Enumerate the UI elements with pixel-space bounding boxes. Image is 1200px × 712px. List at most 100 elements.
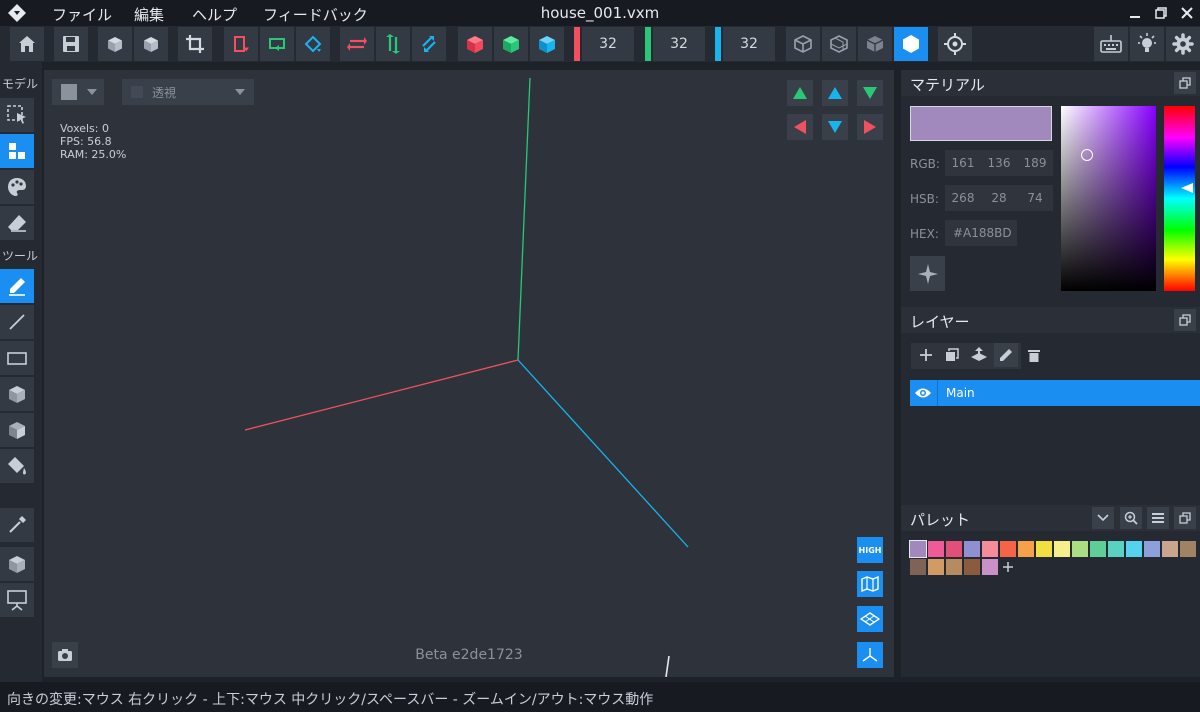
palette-swatch[interactable] [964, 559, 980, 575]
emissive-toggle[interactable] [910, 256, 945, 291]
palette-swatch[interactable] [1036, 541, 1052, 557]
center-view-button[interactable] [938, 27, 972, 61]
rotate-x-button[interactable] [224, 27, 258, 61]
render-grid-button[interactable] [822, 27, 856, 61]
palette-swatch[interactable] [928, 541, 944, 557]
palette-swatch[interactable] [1126, 541, 1142, 557]
export-button[interactable] [134, 27, 168, 61]
hue-slider[interactable] [1164, 106, 1195, 291]
map-view-button[interactable] [857, 571, 883, 597]
settings-button[interactable] [1166, 27, 1200, 61]
render-solid-button[interactable] [894, 27, 928, 61]
palette-swatch[interactable] [982, 559, 998, 575]
palette-list-button[interactable] [1147, 507, 1169, 529]
hsb-b-field[interactable]: 74 [1017, 185, 1053, 211]
menu-help[interactable]: ヘルプ [192, 4, 237, 25]
restore-button[interactable] [1148, 0, 1174, 26]
fill-blue-button[interactable] [530, 27, 564, 61]
fill-tool[interactable] [0, 449, 34, 483]
flip-z-button[interactable] [412, 27, 446, 61]
palette-swatch[interactable] [1180, 541, 1196, 557]
ground-plane-button[interactable] [857, 606, 883, 632]
hsb-h-field[interactable]: 268 [945, 185, 981, 211]
rgb-r-field[interactable]: 161 [945, 150, 981, 176]
hsb-s-field[interactable]: 28 [981, 185, 1017, 211]
extrude-tool[interactable] [0, 413, 34, 447]
layer-visibility-toggle[interactable] [910, 380, 936, 406]
hex-field[interactable]: #A188BD [945, 220, 1017, 246]
quality-high-button[interactable]: HIGH [857, 537, 883, 563]
view-right-button[interactable] [857, 114, 883, 140]
palette-swatch[interactable] [946, 541, 962, 557]
view-left-button[interactable] [787, 114, 813, 140]
rectangle-tool[interactable] [0, 341, 34, 375]
eyedropper-tool[interactable] [0, 508, 34, 542]
minimize-button[interactable] [1122, 0, 1148, 26]
palette-menu-button[interactable] [1092, 507, 1114, 529]
palette-swatch[interactable] [1072, 541, 1088, 557]
saturation-brightness-picker[interactable] [1061, 106, 1156, 291]
material-undock-button[interactable] [1174, 72, 1196, 94]
crop-button[interactable] [178, 27, 212, 61]
view-up-button[interactable] [822, 80, 848, 106]
presentation-tool[interactable] [0, 583, 34, 617]
dimension-x-field[interactable]: 32 [582, 27, 634, 61]
palette-swatch[interactable] [1090, 541, 1106, 557]
palette-zoom-button[interactable] [1120, 507, 1142, 529]
close-button[interactable] [1174, 0, 1200, 26]
palette-swatch[interactable] [1054, 541, 1070, 557]
palette-undock-button[interactable] [1174, 507, 1196, 529]
voxel-view-tool[interactable] [0, 547, 34, 581]
erase-mode-tool[interactable] [0, 206, 34, 240]
palette-swatch[interactable] [1108, 541, 1124, 557]
palette-swatch[interactable] [946, 559, 962, 575]
rotate-z-button[interactable] [296, 27, 330, 61]
add-swatch-button[interactable] [1000, 559, 1016, 575]
palette-swatch[interactable] [1018, 541, 1034, 557]
viewport-3d[interactable]: 透視 Voxels: 0 FPS: 56.8 RAM: 25.0% HIGH B… [44, 70, 894, 677]
dimension-y-field[interactable]: 32 [653, 27, 705, 61]
rotate-y-button[interactable] [260, 27, 294, 61]
hue-handle-icon[interactable] [1181, 183, 1193, 193]
paint-mode-tool[interactable] [0, 170, 34, 204]
lighting-button[interactable] [1130, 27, 1164, 61]
import-button[interactable] [98, 27, 132, 61]
palette-swatch[interactable] [1144, 541, 1160, 557]
palette-swatch[interactable] [1162, 541, 1178, 557]
palette-swatch[interactable] [910, 559, 926, 575]
menu-edit[interactable]: 編集 [134, 4, 164, 25]
duplicate-layer-button[interactable] [940, 343, 964, 367]
rename-layer-button[interactable] [994, 343, 1018, 367]
layer-row[interactable]: Main [910, 380, 1200, 406]
pencil-tool[interactable] [0, 269, 34, 303]
layers-undock-button[interactable] [1174, 309, 1196, 331]
projection-dropdown[interactable]: 透視 [122, 79, 254, 105]
palette-swatch[interactable] [1000, 541, 1016, 557]
dimension-z-field[interactable]: 32 [723, 27, 775, 61]
fill-green-button[interactable] [494, 27, 528, 61]
view-down-button[interactable] [822, 114, 848, 140]
picker-handle[interactable] [1081, 149, 1093, 161]
fill-red-button[interactable] [458, 27, 492, 61]
rgb-g-field[interactable]: 136 [981, 150, 1017, 176]
home-button[interactable] [10, 27, 44, 61]
rgb-b-field[interactable]: 189 [1017, 150, 1053, 176]
render-flat-button[interactable] [858, 27, 892, 61]
line-tool[interactable] [0, 305, 34, 339]
render-wireframe-button[interactable] [786, 27, 820, 61]
delete-layer-button[interactable] [1022, 343, 1046, 367]
menu-file[interactable]: ファイル [52, 4, 112, 25]
save-button[interactable] [54, 27, 88, 61]
merge-layer-button[interactable] [967, 343, 991, 367]
palette-swatch[interactable] [964, 541, 980, 557]
palette-swatch[interactable] [928, 559, 944, 575]
material-color-swatch[interactable] [910, 106, 1052, 141]
add-layer-button[interactable] [914, 343, 938, 367]
voxel-mode-tool[interactable] [0, 134, 34, 168]
flip-y-button[interactable] [376, 27, 410, 61]
palette-swatch[interactable] [982, 541, 998, 557]
menu-feedback[interactable]: フィードバック [263, 4, 368, 25]
flip-x-button[interactable] [340, 27, 374, 61]
select-tool[interactable] [0, 98, 34, 132]
background-color-dropdown[interactable] [52, 79, 104, 105]
